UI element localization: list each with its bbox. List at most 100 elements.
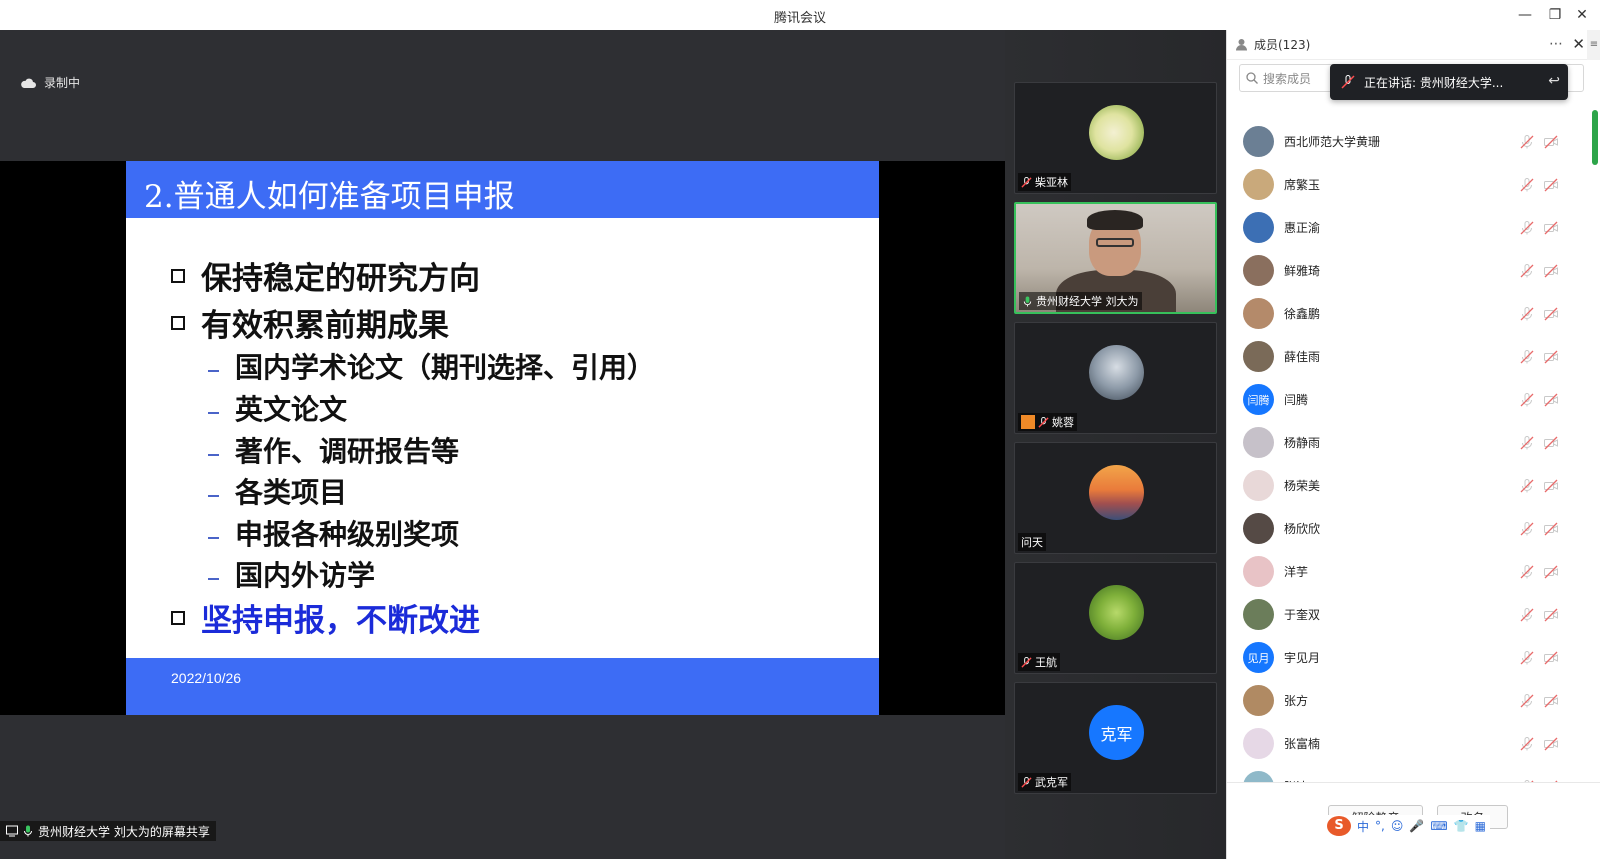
camera-off-icon[interactable] [1543,306,1559,322]
ime-punctuation-label[interactable]: °, [1375,819,1385,833]
ime-mode-label[interactable]: 中 [1357,818,1369,835]
camera-off-icon[interactable] [1543,220,1559,236]
slide-sub-bullet: 申报各种级别奖项 [208,513,459,553]
member-row[interactable]: 见月 宇见月 [1227,636,1600,679]
more-options-icon[interactable]: ⋯ [1549,36,1563,52]
video-tile-active-speaker[interactable]: 贵州财经大学 刘大为 [1014,202,1217,314]
emoji-icon[interactable]: ☺ [1391,819,1404,833]
participant-avatar [1089,585,1144,640]
camera-off-icon[interactable] [1543,650,1559,666]
speaking-toast[interactable]: 正在讲话: 贵州财经大学... ↩ [1330,64,1568,100]
member-row[interactable]: 闫腾 闫腾 [1227,378,1600,421]
member-name: 杨荣美 [1284,479,1321,493]
keyboard-icon[interactable]: ⌨ [1430,819,1447,833]
member-row[interactable]: 席繁玉 [1227,163,1600,206]
camera-off-icon[interactable] [1543,607,1559,623]
camera-off-icon[interactable] [1543,263,1559,279]
member-row[interactable]: 惠正渝 [1227,206,1600,249]
video-tile[interactable]: 问天 [1014,442,1217,554]
mic-muted-icon[interactable] [1519,220,1535,236]
member-row[interactable]: 洋芋 [1227,550,1600,593]
close-window-button[interactable]: ✕ [1572,5,1592,25]
participant-avatar: 克军 [1089,705,1144,760]
mic-muted-icon[interactable] [1519,349,1535,365]
member-avatar [1243,513,1274,544]
member-avatar [1243,341,1274,372]
camera-off-icon[interactable] [1543,392,1559,408]
member-avatar [1243,212,1274,243]
member-row[interactable]: 杨欣欣 [1227,507,1600,550]
speaking-label: 正在讲话: 贵州财经大学... [1364,75,1504,90]
tile-name: 柴亚林 [1035,176,1068,189]
sub-bullet-text: 申报各种级别奖项 [235,518,460,551]
restore-button[interactable]: ❐ [1545,5,1565,25]
member-name: 杨欣欣 [1284,522,1321,536]
tile-label: 武克军 [1018,773,1071,791]
title-bar: 腾讯会议 — ❐ ✕ [0,0,1600,30]
mic-muted-icon[interactable] [1519,435,1535,451]
sub-bullet-text: 英文论文 [235,393,348,426]
screen-share-view[interactable]: 2.普通人如何准备项目申报 保持稳定的研究方向 有效积累前期成果 国内学术论文（… [0,161,1005,715]
presentation-slide: 2.普通人如何准备项目申报 保持稳定的研究方向 有效积累前期成果 国内学术论文（… [126,161,879,715]
member-name: 鲜雅琦 [1284,264,1321,278]
member-row[interactable]: 鲜雅琦 [1227,249,1600,292]
bullet-text: 坚持申报，不断改进 [201,603,480,639]
video-tile[interactable]: 克军 武克军 [1014,682,1217,794]
video-tile[interactable]: 柴亚林 [1014,82,1217,194]
mic-muted-icon[interactable] [1519,306,1535,322]
profile-badge-icon [1021,415,1035,429]
mic-muted-icon[interactable] [1519,650,1535,666]
slide-bullet: 保持稳定的研究方向 [171,253,480,298]
camera-off-icon[interactable] [1543,736,1559,752]
member-row[interactable]: 杨荣美 [1227,464,1600,507]
member-row[interactable]: 张富楠 [1227,722,1600,765]
participant-avatar [1089,105,1144,160]
members-panel-header: 成员(123) ⋯ ✕ ≡ [1227,30,1600,60]
member-list: 西北师范大学黄珊 席繁玉 惠正渝鲜雅琦徐鑫鹏 薛佳雨 闫腾 闫腾 杨静雨杨荣美杨欣欣洋芋 于奎… [1227,120,1600,810]
mic-muted-icon[interactable] [1519,693,1535,709]
mic-muted-icon[interactable] [1519,134,1535,150]
member-row[interactable]: 西北师范大学黄珊 [1227,120,1600,163]
camera-off-icon[interactable] [1543,177,1559,193]
camera-off-icon[interactable] [1543,349,1559,365]
mic-muted-icon[interactable] [1519,607,1535,623]
square-bullet-icon [171,268,185,283]
tile-label: 问天 [1018,533,1046,551]
grid-menu-icon[interactable]: ▦ [1475,819,1486,833]
camera-off-icon[interactable] [1543,693,1559,709]
screen-share-label: 贵州财经大学 刘大为的屏幕共享 [0,821,216,841]
tile-label: 王航 [1018,653,1060,671]
camera-off-icon[interactable] [1543,435,1559,451]
video-tile[interactable]: 王航 [1014,562,1217,674]
member-row[interactable]: 于奎双 [1227,593,1600,636]
return-arrow-icon[interactable]: ↩ [1548,73,1560,89]
member-row[interactable]: 杨静雨 [1227,421,1600,464]
mic-muted-icon[interactable] [1519,521,1535,537]
voice-input-icon[interactable]: 🎤 [1409,819,1424,833]
tile-name: 王航 [1035,656,1057,669]
camera-off-icon[interactable] [1543,564,1559,580]
slide-footer: 2022/10/26 [126,658,879,715]
minimize-button[interactable]: — [1515,5,1535,25]
camera-off-icon[interactable] [1543,478,1559,494]
mic-muted-icon [1021,176,1032,188]
tile-label: 姚蓉 [1018,413,1077,431]
member-row[interactable]: 张方 [1227,679,1600,722]
skin-icon[interactable]: 👕 [1454,819,1469,833]
close-panel-button[interactable]: ✕ [1572,35,1585,53]
mic-muted-icon[interactable] [1519,392,1535,408]
share-owner-label: 贵州财经大学 刘大为的屏幕共享 [38,824,210,839]
mic-muted-icon[interactable] [1519,177,1535,193]
mic-muted-icon[interactable] [1519,564,1535,580]
camera-off-icon[interactable] [1543,521,1559,537]
panel-menu-icon[interactable]: ≡ [1587,30,1600,60]
video-tile[interactable]: 姚蓉 [1014,322,1217,434]
camera-off-icon[interactable] [1543,134,1559,150]
member-row[interactable]: 徐鑫鹏 [1227,292,1600,335]
mic-muted-icon [1021,776,1032,788]
mic-muted-icon[interactable] [1519,478,1535,494]
square-bullet-icon [171,610,185,625]
mic-muted-icon[interactable] [1519,263,1535,279]
member-row[interactable]: 薛佳雨 [1227,335,1600,378]
mic-muted-icon[interactable] [1519,736,1535,752]
